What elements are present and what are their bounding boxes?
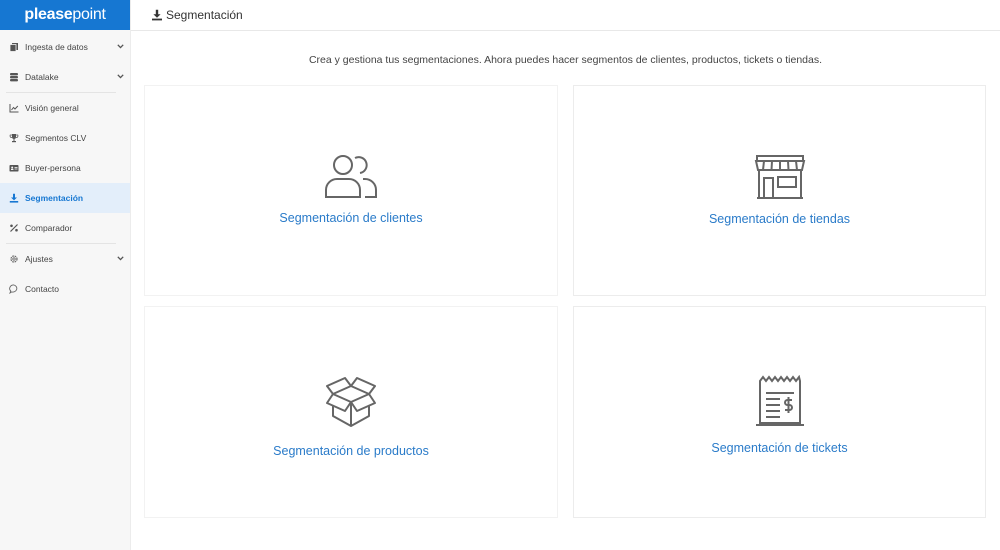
logo-text-please: please [24,6,73,23]
brand-logo[interactable]: please point [0,0,130,30]
sidebar-item-segmentacion[interactable]: Segmentación [0,183,130,213]
sidebar-item-datalake[interactable]: Datalake [0,62,130,92]
sidebar-item-label: Segmentación [25,193,84,203]
box-icon [326,377,376,427]
sidebar-item-contacto[interactable]: Contacto [0,274,130,304]
card-label: Segmentación de tiendas [708,212,851,226]
users-icon [325,155,377,198]
sidebar-item-segmentos-clv[interactable]: Segmentos CLV [0,123,130,153]
sidebar-item-label: Contacto [25,284,60,294]
logo-text-point: point [72,6,106,23]
chevron-down-icon [117,71,124,81]
card-label: Segmentación de clientes [279,211,423,225]
line-chart-icon [8,103,19,114]
sidebar-item-vision-general[interactable]: Visión general [0,93,130,123]
sidebar-item-buyer-persona[interactable]: Buyer-persona [0,153,130,183]
sidebar: please point Ingesta de datos Datalake V… [0,0,131,550]
intro-text: Crea y gestiona tus segmentaciones. Ahor… [308,54,823,66]
sidebar-item-ingesta-de-datos[interactable]: Ingesta de datos [0,32,130,62]
chat-bubble-icon [8,284,19,295]
sidebar-item-label: Visión general [25,103,79,113]
database-icon [8,72,19,83]
card-segmentacion-clientes[interactable]: Segmentación de clientes [144,85,558,296]
chevron-down-icon [117,253,124,263]
files-icon [8,42,19,53]
id-card-icon [8,163,19,174]
sidebar-item-ajustes[interactable]: Ajustes [0,244,130,274]
sidebar-item-label: Segmentos CLV [25,133,87,143]
receipt-icon [755,375,804,426]
gear-icon [8,254,19,265]
card-label: Segmentación de productos [273,444,429,458]
card-segmentacion-tiendas[interactable]: Segmentación de tiendas [573,85,986,296]
sidebar-nav: Ingesta de datos Datalake Visión general [0,30,130,304]
card-label: Segmentación de tickets [711,441,848,455]
trophy-icon [8,133,19,144]
sidebar-item-comparador[interactable]: Comparador [0,213,130,243]
percent-icon [8,223,19,234]
sidebar-item-label: Datalake [25,72,59,82]
download-icon [151,9,163,21]
page-title: Segmentación [166,8,243,22]
sidebar-item-label: Ingesta de datos [25,42,88,52]
sidebar-item-label: Buyer-persona [25,163,81,173]
sidebar-item-label: Ajustes [25,254,53,264]
card-segmentacion-productos[interactable]: Segmentación de productos [144,306,558,518]
sidebar-item-label: Comparador [25,223,73,233]
store-icon [754,155,805,199]
page-header: Segmentación [131,0,1000,31]
chevron-down-icon [117,41,124,51]
download-icon [8,193,19,204]
card-segmentacion-tickets[interactable]: Segmentación de tickets [573,306,986,518]
